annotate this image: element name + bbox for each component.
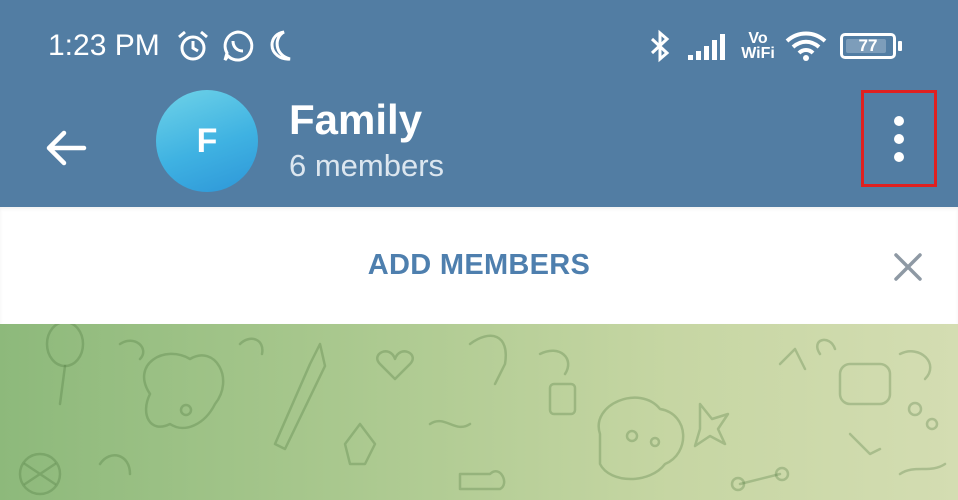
vowifi-icon: Vo WiFi <box>741 30 775 62</box>
status-bar: 1:23 PM Vo WiFi 77 <box>0 0 958 90</box>
status-time: 1:23 PM <box>48 29 160 62</box>
moon-icon <box>264 28 298 64</box>
whatsapp-icon <box>220 28 256 64</box>
doodle-pattern <box>18 324 947 496</box>
member-count: 6 members <box>289 148 445 183</box>
close-banner-button[interactable] <box>890 249 926 285</box>
back-button[interactable] <box>30 112 102 184</box>
bluetooth-icon <box>644 28 676 64</box>
back-arrow-icon <box>46 130 87 166</box>
wifi-icon <box>784 28 828 64</box>
close-icon <box>894 253 922 281</box>
top-header: 1:23 PM Vo WiFi 77 F Family 6 members <box>0 0 958 207</box>
chat-title[interactable]: Family <box>289 96 422 144</box>
group-avatar[interactable]: F <box>156 90 258 192</box>
chat-background <box>0 324 958 500</box>
add-members-button[interactable]: ADD MEMBERS <box>0 247 958 283</box>
more-options-button[interactable] <box>861 90 937 187</box>
signal-icon <box>688 28 730 64</box>
chat-app-bar: F Family 6 members <box>0 90 958 207</box>
add-members-banner: ADD MEMBERS <box>0 207 958 324</box>
avatar-letter: F <box>196 121 218 160</box>
alarm-icon <box>174 28 212 64</box>
more-vertical-icon <box>894 115 904 162</box>
battery-icon: 77 <box>838 28 904 64</box>
